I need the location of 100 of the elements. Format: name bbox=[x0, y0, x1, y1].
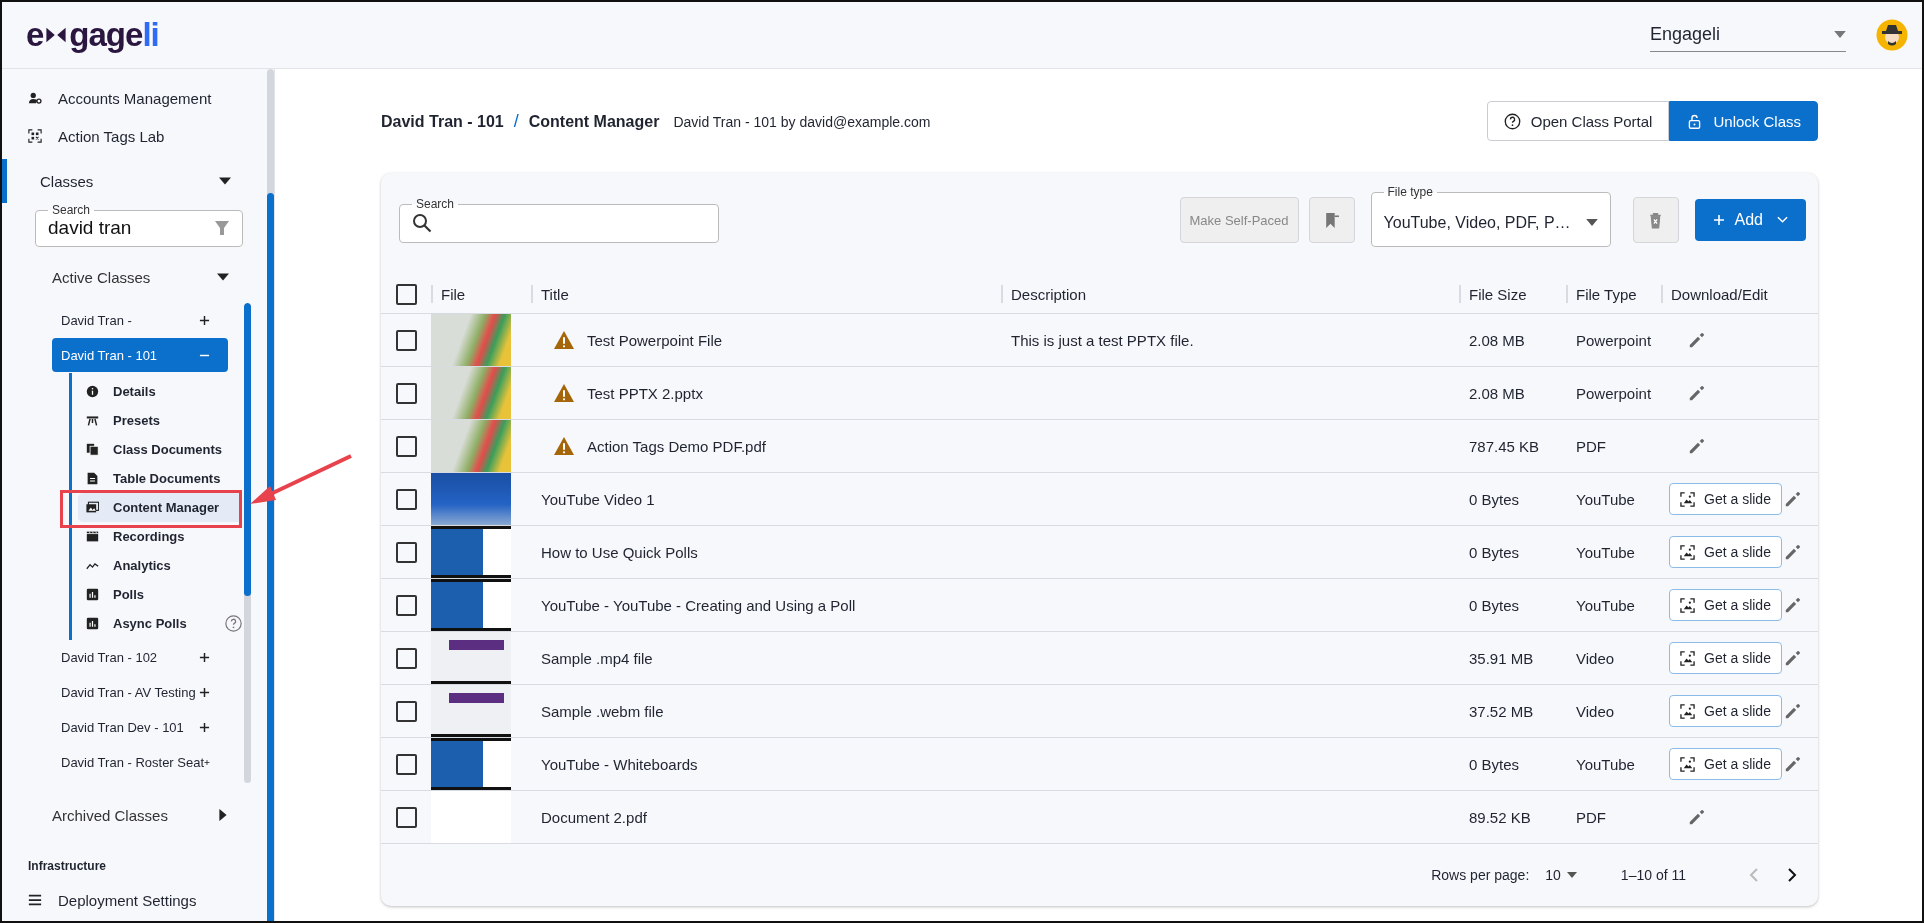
file-type-select[interactable]: File type YouTube, Video, PDF, P… bbox=[1370, 185, 1611, 247]
class-item[interactable]: David Tran - bbox=[52, 303, 228, 337]
column-header[interactable]: Download/Edit bbox=[1671, 285, 1768, 303]
edit-icon[interactable] bbox=[1784, 596, 1802, 614]
class-item[interactable]: David Tran - 102 bbox=[52, 640, 228, 674]
class-item[interactable]: David Tran - Roster Seat bbox=[52, 745, 228, 779]
get-a-slide-button[interactable]: Get a slide bbox=[1669, 589, 1782, 621]
bookmark-button[interactable] bbox=[1308, 197, 1355, 243]
edit-icon[interactable] bbox=[1688, 437, 1706, 455]
avatar-icon[interactable] bbox=[1876, 19, 1908, 51]
class-item[interactable]: David Tran - AV Testing bbox=[52, 675, 228, 709]
add-button[interactable]: Add bbox=[1694, 199, 1806, 241]
class-menu-item[interactable]: Details bbox=[78, 377, 242, 406]
image-frame-icon bbox=[1680, 597, 1695, 613]
info-icon bbox=[86, 385, 99, 398]
edit-icon[interactable] bbox=[1688, 384, 1706, 402]
edit-icon[interactable] bbox=[1784, 755, 1802, 773]
document-icon bbox=[86, 472, 99, 485]
edit-icon[interactable] bbox=[1688, 331, 1706, 349]
row-checkbox[interactable] bbox=[395, 435, 417, 457]
plus-icon bbox=[199, 721, 210, 733]
class-menu-item[interactable]: Async Polls bbox=[78, 609, 215, 638]
unlock-class-button[interactable]: Unlock Class bbox=[1669, 101, 1818, 141]
get-a-slide-button[interactable]: Get a slide bbox=[1669, 536, 1782, 568]
section-heading: Infrastructure bbox=[27, 858, 108, 875]
page-range: 1–10 of 11 bbox=[1620, 867, 1686, 883]
edit-icon[interactable] bbox=[1784, 490, 1802, 508]
class-menu-item[interactable]: Analytics bbox=[78, 551, 242, 580]
class-menu-item[interactable]: Content Manager bbox=[78, 493, 242, 522]
stool-icon bbox=[86, 414, 99, 427]
filter-icon[interactable] bbox=[214, 219, 230, 236]
file-type: YouTube bbox=[1576, 543, 1635, 561]
class-menu-item[interactable]: Table Documents bbox=[78, 464, 242, 493]
file-description: This is just a test PPTX file. bbox=[1011, 331, 1194, 349]
images-icon bbox=[86, 501, 99, 514]
search-field[interactable]: Search bbox=[399, 197, 719, 243]
file-title: Action Tags Demo PDF.pdf bbox=[587, 437, 766, 455]
class-menu-item[interactable]: Polls bbox=[78, 580, 242, 609]
file-size: 0 Bytes bbox=[1469, 490, 1520, 508]
get-a-slide-button[interactable]: Get a slide bbox=[1669, 748, 1782, 780]
row-checkbox[interactable] bbox=[395, 594, 417, 616]
nav-item[interactable]: Deployment Settings bbox=[2, 881, 267, 919]
row-checkbox[interactable] bbox=[395, 382, 417, 404]
help-icon[interactable] bbox=[225, 615, 242, 632]
scrollbar[interactable] bbox=[244, 303, 251, 783]
row-checkbox[interactable] bbox=[395, 541, 417, 563]
select-all-checkbox[interactable] bbox=[395, 283, 417, 305]
class-menu-item[interactable]: Presets bbox=[78, 406, 242, 435]
edit-icon[interactable] bbox=[1688, 808, 1706, 826]
clapper-icon bbox=[86, 530, 99, 543]
user-gear-icon bbox=[28, 91, 42, 105]
active-classes-toggle[interactable]: Active Classes bbox=[2, 259, 267, 295]
row-checkbox[interactable] bbox=[395, 488, 417, 510]
next-page-icon[interactable] bbox=[1786, 867, 1798, 883]
row-checkbox[interactable] bbox=[395, 647, 417, 669]
image-frame-icon bbox=[1680, 544, 1695, 560]
class-menu-item[interactable]: Recordings bbox=[78, 522, 242, 551]
list-icon bbox=[28, 893, 42, 907]
column-header[interactable]: File Size bbox=[1469, 285, 1527, 303]
archived-classes-toggle[interactable]: Archived Classes bbox=[2, 797, 267, 833]
engageli-logo[interactable]: e gageli bbox=[26, 16, 159, 54]
class-menu-item[interactable]: Class Documents bbox=[78, 435, 242, 464]
class-search-field[interactable]: Search david tran bbox=[35, 203, 243, 247]
row-checkbox[interactable] bbox=[395, 753, 417, 775]
nav-item[interactable]: Accounts Management bbox=[2, 79, 267, 117]
edit-icon[interactable] bbox=[1784, 649, 1802, 667]
file-title: Document 2.pdf bbox=[541, 808, 647, 826]
get-a-slide-button[interactable]: Get a slide bbox=[1669, 695, 1782, 727]
edit-icon[interactable] bbox=[1784, 543, 1802, 561]
class-item[interactable]: David Tran - 101 bbox=[52, 338, 228, 372]
column-header[interactable]: File bbox=[441, 285, 466, 303]
file-type: YouTube bbox=[1576, 596, 1635, 614]
delete-button[interactable] bbox=[1632, 197, 1679, 243]
open-class-portal-button[interactable]: Open Class Portal bbox=[1486, 101, 1670, 141]
edit-icon[interactable] bbox=[1784, 702, 1802, 720]
row-checkbox[interactable] bbox=[395, 806, 417, 828]
image-frame-icon bbox=[1680, 650, 1695, 666]
file-type: Video bbox=[1576, 649, 1615, 667]
rows-per-page-select[interactable]: 10 bbox=[1545, 867, 1577, 883]
image-frame-icon bbox=[1680, 703, 1695, 719]
row-checkbox[interactable] bbox=[395, 700, 417, 722]
column-header[interactable]: Description bbox=[1011, 285, 1087, 303]
file-size: 2.08 MB bbox=[1469, 331, 1525, 349]
get-a-slide-button[interactable]: Get a slide bbox=[1669, 642, 1782, 674]
row-checkbox[interactable] bbox=[395, 329, 417, 351]
file-type: PDF bbox=[1576, 808, 1606, 826]
class-item[interactable]: David Tran Dev - 101 bbox=[52, 710, 228, 744]
file-title: YouTube - YouTube - Creating and Using a Poll bbox=[541, 596, 856, 614]
get-a-slide-button[interactable]: Get a slide bbox=[1669, 483, 1782, 515]
breadcrumb-link[interactable]: David Tran - 101 bbox=[381, 112, 504, 131]
scrollbar[interactable] bbox=[267, 69, 274, 921]
file-type: Powerpoint bbox=[1576, 331, 1652, 349]
organization-select[interactable]: Engageli bbox=[1650, 18, 1846, 52]
nav-item[interactable]: Action Tags Lab bbox=[2, 117, 267, 155]
file-type: YouTube bbox=[1576, 755, 1635, 773]
caret-icon bbox=[1566, 872, 1577, 878]
page-subtitle: David Tran - 101 by david@example.com bbox=[673, 113, 931, 130]
column-header[interactable]: File Type bbox=[1576, 285, 1637, 303]
file-type: PDF bbox=[1576, 437, 1606, 455]
column-header[interactable]: Title bbox=[541, 285, 569, 303]
